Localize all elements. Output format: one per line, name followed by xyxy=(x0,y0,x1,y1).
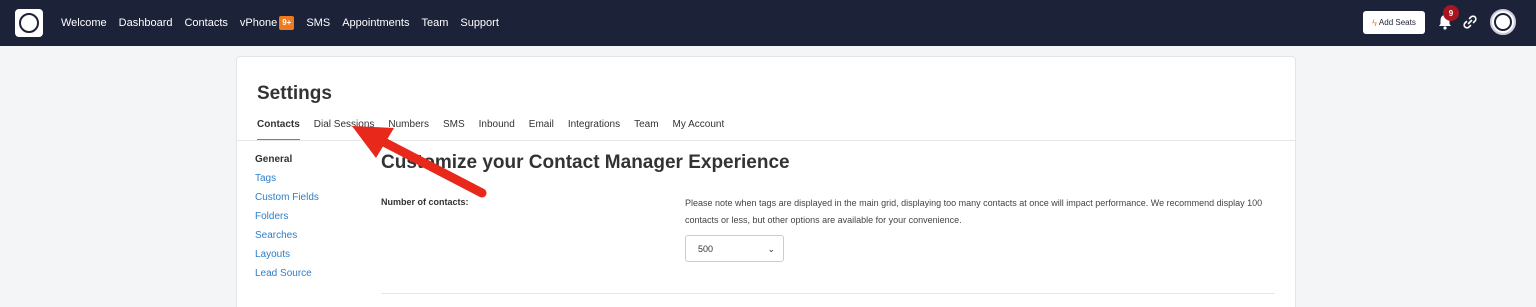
nav-vphone[interactable]: vPhone 9+ xyxy=(239,16,295,30)
notification-count-badge: 9 xyxy=(1443,5,1459,21)
vphone-badge: 9+ xyxy=(279,16,295,30)
bolt-icon: ϟ xyxy=(1372,17,1377,28)
settings-card: Settings Contacts Dial Sessions Numbers … xyxy=(236,56,1296,307)
tab-contacts[interactable]: Contacts xyxy=(257,119,300,141)
page-title: Settings xyxy=(257,83,332,104)
app-logo[interactable] xyxy=(15,9,43,37)
sidebar-item-folders[interactable]: Folders xyxy=(255,211,319,230)
nav-contacts-label: Contacts xyxy=(184,17,228,29)
nav-dashboard[interactable]: Dashboard xyxy=(119,17,173,29)
tab-sms[interactable]: SMS xyxy=(443,119,465,141)
tab-numbers[interactable]: Numbers xyxy=(388,119,429,141)
main-nav: Welcome Dashboard Contacts vPhone 9+ SMS … xyxy=(61,0,511,46)
tab-my-account[interactable]: My Account xyxy=(673,119,725,141)
sidebar-item-tags[interactable]: Tags xyxy=(255,173,319,192)
add-seats-button[interactable]: ϟ Add Seats xyxy=(1363,11,1425,34)
number-of-contacts-label: Number of contacts: xyxy=(381,197,469,207)
sidebar-item-searches[interactable]: Searches xyxy=(255,230,319,249)
section-heading: Customize your Contact Manager Experienc… xyxy=(381,152,790,173)
link-icon[interactable] xyxy=(1462,14,1478,30)
sidebar-item-lead-source[interactable]: Lead Source xyxy=(255,268,319,287)
select-value: 500 xyxy=(698,243,714,254)
nav-appointments[interactable]: Appointments xyxy=(342,17,409,29)
add-seats-label: Add Seats xyxy=(1378,18,1416,27)
sidebar-item-layouts[interactable]: Layouts xyxy=(255,249,319,268)
sidebar-item-custom-fields[interactable]: Custom Fields xyxy=(255,192,319,211)
settings-sidebar: General Tags Custom Fields Folders Searc… xyxy=(255,154,319,287)
nav-team[interactable]: Team xyxy=(421,17,448,29)
nav-welcome[interactable]: Welcome xyxy=(61,17,107,29)
chevron-down-icon: ⌄ xyxy=(767,244,775,254)
settings-tabs: Contacts Dial Sessions Numbers SMS Inbou… xyxy=(257,119,738,141)
nav-dashboard-label: Dashboard xyxy=(118,17,173,29)
nav-vphone-label: vPhone xyxy=(239,17,278,29)
nav-support[interactable]: Support xyxy=(460,17,499,29)
section-divider xyxy=(381,293,1275,294)
contacts-per-page-select[interactable]: 500 ⌄ xyxy=(685,235,784,262)
tabs-divider xyxy=(237,140,1295,141)
nav-team-label: Team xyxy=(421,17,449,29)
nav-support-label: Support xyxy=(460,17,499,29)
nav-sms-label: SMS xyxy=(306,17,331,29)
user-avatar[interactable] xyxy=(1490,9,1516,35)
tab-dial-sessions[interactable]: Dial Sessions xyxy=(314,119,375,141)
tab-team[interactable]: Team xyxy=(634,119,658,141)
logo-mark xyxy=(19,13,39,33)
nav-welcome-label: Welcome xyxy=(61,17,107,29)
nav-appointments-label: Appointments xyxy=(342,17,410,29)
tab-email[interactable]: Email xyxy=(529,119,554,141)
top-navbar: Welcome Dashboard Contacts vPhone 9+ SMS … xyxy=(0,0,1536,46)
tab-inbound[interactable]: Inbound xyxy=(479,119,515,141)
tab-integrations[interactable]: Integrations xyxy=(568,119,620,141)
performance-note: Please note when tags are displayed in t… xyxy=(685,198,1263,225)
nav-sms[interactable]: SMS xyxy=(306,17,330,29)
sidebar-item-general[interactable]: General xyxy=(255,154,319,173)
nav-contacts[interactable]: Contacts xyxy=(184,17,227,29)
avatar-logo-mark xyxy=(1494,13,1512,31)
